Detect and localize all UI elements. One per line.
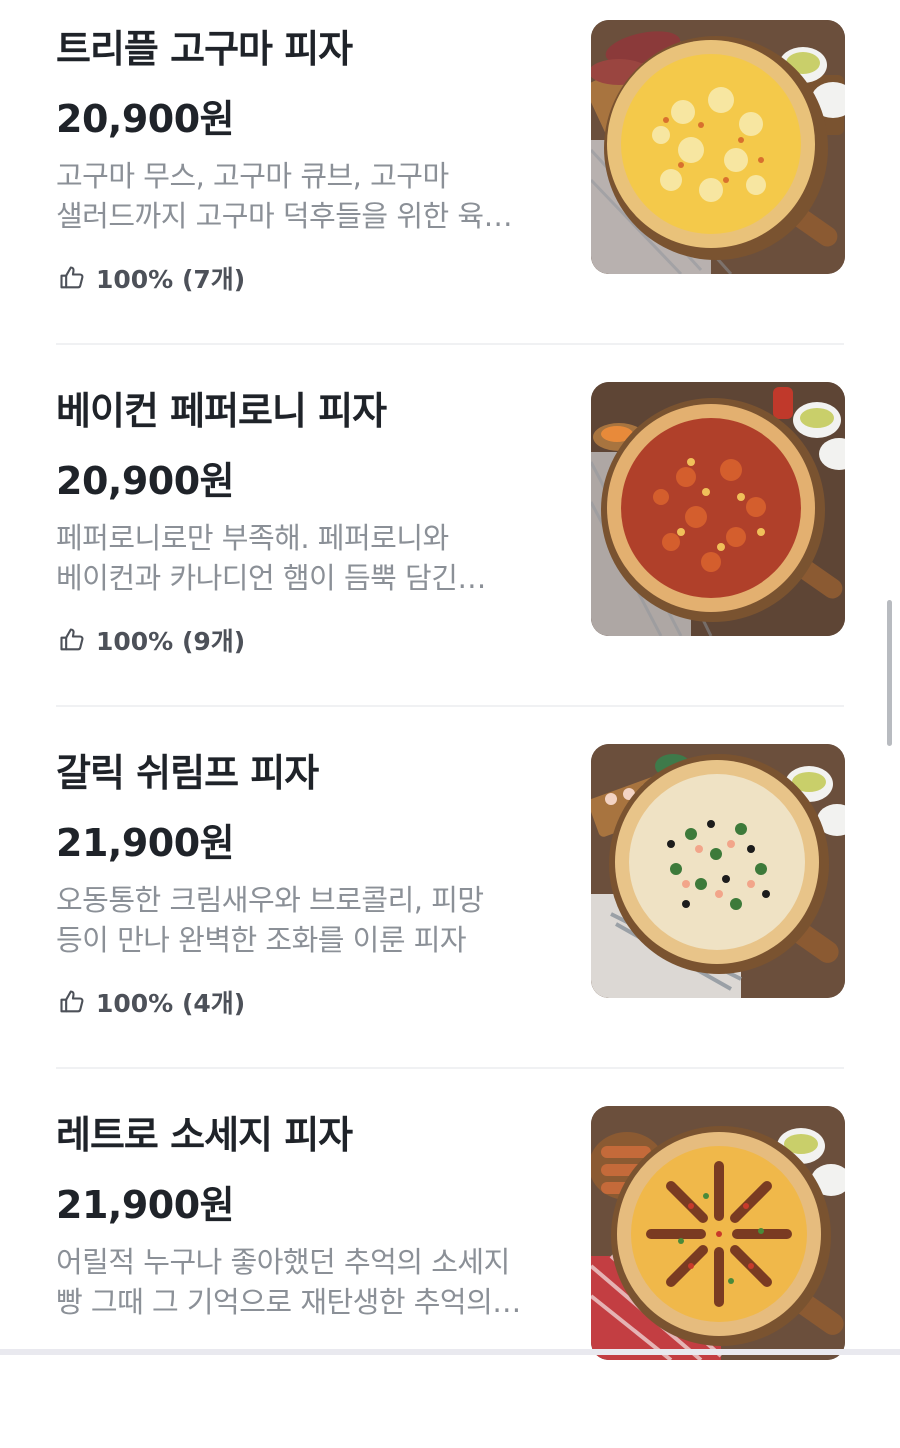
- pizza-photo: [591, 744, 845, 998]
- menu-item-description: 오동통한 크림새우와 브로콜리, 피망 등이 만나 완벽한 조화를 이룬 피자: [56, 880, 556, 960]
- description-line: 베이컨과 카나디언 햄이 듬뿍 담긴…: [56, 561, 486, 595]
- rating: 100% (4개): [58, 984, 245, 1020]
- description-line: 페퍼로니로만 부족해. 페퍼로니와: [56, 521, 449, 555]
- description-line: 빵 그때 그 기억으로 재탄생한 추억의…: [56, 1285, 521, 1319]
- menu-item[interactable]: 갈릭 쉬림프 피자 21,900원 오동통한 크림새우와 브로콜리, 피망 등이…: [0, 724, 900, 1086]
- rating: 100% (9개): [58, 622, 245, 658]
- menu-item-price: 20,900원: [56, 459, 235, 503]
- scrollbar[interactable]: [887, 600, 892, 746]
- description-line: 어릴적 누구나 좋아했던 추억의 소세지: [56, 1245, 510, 1279]
- menu-item-description: 고구마 무스, 고구마 큐브, 고구마 샐러드까지 고구마 덕후들을 위한 육…: [56, 156, 556, 236]
- pizza-photo: [591, 1106, 845, 1360]
- rating-text: 100% (7개): [96, 265, 246, 294]
- menu-item-price: 21,900원: [56, 1183, 235, 1227]
- menu-item-price: 21,900원: [56, 821, 235, 865]
- thumbs-up-icon: [60, 990, 84, 1013]
- menu-item-description: 어릴적 누구나 좋아했던 추억의 소세지 빵 그때 그 기억으로 재탄생한 추억…: [56, 1242, 556, 1322]
- description-line: 샐러드까지 고구마 덕후들을 위한 육…: [56, 199, 513, 233]
- rating: 100% (7개): [58, 260, 245, 296]
- thumbs-up-icon: [60, 628, 84, 651]
- thumbs-up-icon: [60, 266, 84, 289]
- rating-text: 100% (9개): [96, 627, 246, 656]
- pizza-photo: [591, 20, 845, 274]
- divider: [56, 343, 844, 345]
- menu-item[interactable]: 베이컨 페퍼로니 피자 20,900원 페퍼로니로만 부족해. 페퍼로니와 베이…: [0, 362, 900, 724]
- bottom-edge: [0, 1349, 900, 1355]
- menu-item[interactable]: 트리플 고구마 피자 20,900원 고구마 무스, 고구마 큐브, 고구마 샐…: [0, 0, 900, 362]
- description-line: 오동통한 크림새우와 브로콜리, 피망: [56, 883, 484, 917]
- menu-item-price: 20,900원: [56, 97, 235, 141]
- menu-item-description: 페퍼로니로만 부족해. 페퍼로니와 베이컨과 카나디언 햄이 듬뿍 담긴…: [56, 518, 556, 598]
- divider: [56, 705, 844, 707]
- menu-item[interactable]: 레트로 소세지 피자 21,900원 어릴적 누구나 좋아했던 추억의 소세지 …: [0, 1086, 900, 1448]
- menu-item-name: 레트로 소세지 피자: [56, 1113, 353, 1157]
- description-line: 고구마 무스, 고구마 큐브, 고구마: [56, 159, 449, 193]
- divider: [56, 1067, 844, 1069]
- pizza-photo: [591, 382, 845, 636]
- menu-item-name: 갈릭 쉬림프 피자: [56, 751, 319, 795]
- menu-item-name: 베이컨 페퍼로니 피자: [56, 389, 387, 433]
- description-line: 등이 만나 완벽한 조화를 이룬 피자: [56, 923, 467, 957]
- menu-item-name: 트리플 고구마 피자: [56, 27, 353, 71]
- rating-text: 100% (4개): [96, 989, 246, 1018]
